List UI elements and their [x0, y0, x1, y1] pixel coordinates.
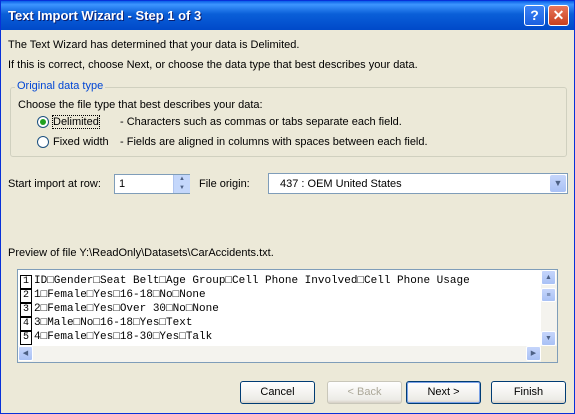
scroll-right-icon[interactable]: ▶	[526, 346, 541, 361]
delimited-radio[interactable]	[37, 116, 49, 128]
row-text: 4□Female□Yes□18-30□Yes□Talk	[34, 331, 213, 343]
row-text: ID□Gender□Seat Belt□Age Group□Cell Phone…	[34, 275, 470, 287]
delimited-description: - Characters such as commas or tabs sepa…	[120, 116, 402, 128]
horizontal-scrollbar[interactable]: ◀ ▶	[18, 346, 541, 362]
file-type-prompt: Choose the file type that best describes…	[18, 99, 263, 111]
row-number: 5	[20, 331, 32, 345]
start-row-spinner[interactable]: 1 ▲ ▼	[114, 174, 190, 194]
fixed-width-label[interactable]: Fixed width	[53, 136, 109, 148]
file-origin-label: File origin:	[199, 178, 250, 190]
fixed-width-radio[interactable]	[37, 136, 49, 148]
row-number: 4	[20, 317, 32, 331]
file-origin-select[interactable]: 437 : OEM United States ▼	[268, 173, 568, 194]
fixed-width-description: - Fields are aligned in columns with spa…	[120, 136, 428, 148]
scroll-down-icon[interactable]: ▼	[541, 331, 556, 346]
scrollbar-corner	[541, 346, 557, 362]
cancel-button[interactable]: Cancel	[240, 381, 315, 404]
finish-button[interactable]: Finish	[491, 381, 566, 404]
spin-down-icon[interactable]: ▼	[173, 184, 190, 193]
preview-row: 4 3□Male□No□16-18□Yes□Text	[18, 317, 548, 331]
title-bar: Text Import Wizard - Step 1 of 3 ? ✕	[1, 1, 574, 30]
file-preview[interactable]: 1 ID□Gender□Seat Belt□Age Group□Cell Pho…	[17, 269, 558, 363]
vertical-scroll-thumb[interactable]: ≡	[541, 288, 556, 302]
preview-row: 5 4□Female□Yes□18-30□Yes□Talk	[18, 331, 548, 345]
file-origin-value: 437 : OEM United States	[280, 178, 402, 190]
spin-up-icon[interactable]: ▲	[173, 175, 190, 184]
row-text: 3□Male□No□16-18□Yes□Text	[34, 317, 193, 329]
original-data-type-legend: Original data type	[15, 80, 106, 92]
help-icon[interactable]: ?	[524, 5, 545, 26]
preview-row: 1 ID□Gender□Seat Belt□Age Group□Cell Pho…	[18, 275, 548, 289]
preview-label: Preview of file Y:\ReadOnly\Datasets\Car…	[8, 247, 274, 259]
text-import-wizard-dialog: Text Import Wizard - Step 1 of 3 ? ✕ The…	[0, 0, 575, 414]
scroll-left-icon[interactable]: ◀	[18, 346, 33, 361]
row-number: 3	[20, 303, 32, 317]
scroll-up-icon[interactable]: ▲	[541, 270, 556, 285]
delimited-label[interactable]: Delimited	[52, 115, 100, 129]
radio-selected-dot	[40, 119, 46, 125]
row-number: 1	[20, 275, 32, 289]
next-button[interactable]: Next >	[406, 381, 481, 404]
row-number: 2	[20, 289, 32, 303]
intro-line-1: The Text Wizard has determined that your…	[8, 39, 300, 51]
vertical-scrollbar[interactable]: ▲ ≡ ▼	[541, 270, 557, 346]
back-button[interactable]: < Back	[327, 381, 402, 404]
intro-line-2: If this is correct, choose Next, or choo…	[8, 59, 418, 71]
close-icon[interactable]: ✕	[548, 5, 569, 26]
window-title: Text Import Wizard - Step 1 of 3	[8, 8, 202, 23]
row-text: 2□Female□Yes□Over 30□No□None	[34, 303, 219, 315]
dropdown-arrow-icon[interactable]: ▼	[550, 175, 566, 192]
preview-row: 2 1□Female□Yes□16-18□No□None	[18, 289, 548, 303]
start-row-value: 1	[119, 178, 126, 190]
preview-row: 3 2□Female□Yes□Over 30□No□None	[18, 303, 548, 317]
row-text: 1□Female□Yes□16-18□No□None	[34, 289, 206, 301]
start-row-label: Start import at row:	[8, 178, 101, 190]
